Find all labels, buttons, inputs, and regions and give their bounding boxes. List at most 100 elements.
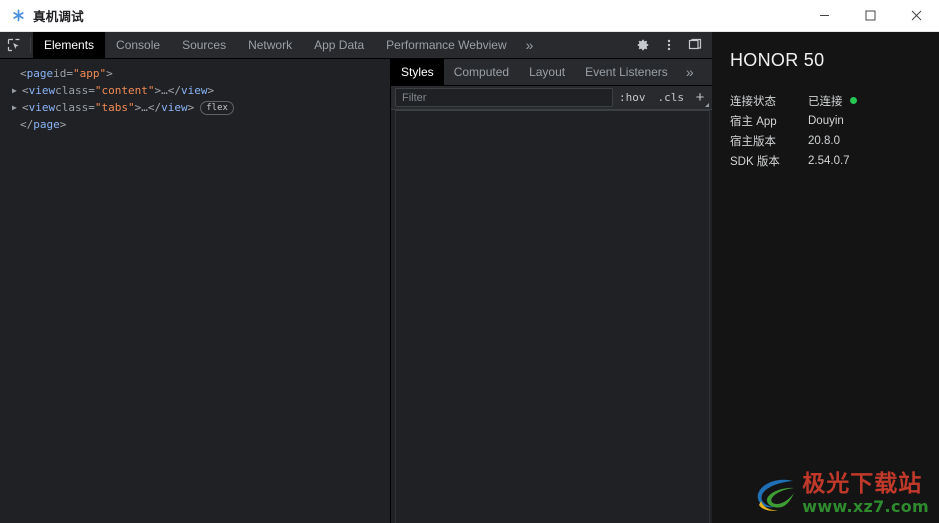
more-options-button[interactable] bbox=[656, 32, 682, 58]
tab-styles[interactable]: Styles bbox=[391, 59, 444, 85]
styles-filter-input[interactable] bbox=[395, 88, 613, 107]
dom-tree-pane[interactable]: < page id = "app" > ▶ < view class = "content" >… bbox=[0, 59, 391, 523]
dom-attr-name: class bbox=[55, 84, 89, 97]
device-info-row: 宿主版本 20.8.0 bbox=[730, 131, 857, 151]
tab-layout[interactable]: Layout bbox=[519, 59, 575, 85]
flex-badge[interactable]: flex bbox=[200, 100, 234, 115]
dom-token: > bbox=[207, 84, 215, 97]
dom-tree-row[interactable]: ▶ < view class = "tabs" >… </view > flex bbox=[0, 99, 390, 116]
dom-token: > bbox=[154, 84, 162, 97]
dom-token: > bbox=[59, 118, 67, 131]
devtools-main: Elements Console Sources Network App Dat… bbox=[0, 32, 712, 523]
dom-token: > bbox=[187, 101, 195, 114]
styles-tabs-overflow-button[interactable]: » bbox=[678, 59, 702, 85]
tab-performance-webview[interactable]: Performance Webview bbox=[375, 32, 518, 58]
tab-network[interactable]: Network bbox=[237, 32, 303, 58]
toggle-hover-state-button[interactable]: :hov bbox=[613, 91, 652, 104]
styles-rules-content[interactable] bbox=[395, 110, 710, 523]
expand-toggle[interactable]: ▶ bbox=[12, 82, 22, 99]
watermark-brand: 极光下载站 bbox=[802, 471, 923, 497]
close-icon bbox=[911, 10, 921, 21]
jiguang-logo-icon bbox=[758, 479, 795, 511]
dom-collapsed-ellipsis: … bbox=[141, 101, 148, 114]
panels-row: < page id = "app" > ▶ < view class = "content" >… bbox=[0, 59, 712, 523]
watermark-url: www.xz7.com bbox=[802, 497, 929, 516]
new-style-rule-button[interactable]: + bbox=[690, 88, 710, 108]
device-info-key: 连接状态 bbox=[730, 96, 776, 108]
maximize-button[interactable] bbox=[847, 0, 893, 31]
device-info-row: 宿主 App Douyin bbox=[730, 111, 857, 131]
dom-tree-row[interactable]: </page > bbox=[0, 116, 390, 133]
dom-token: < bbox=[20, 67, 27, 80]
styles-pane: Styles Computed Layout Event Listeners »… bbox=[391, 59, 712, 523]
device-info-value: 20.8.0 bbox=[808, 135, 840, 147]
tab-console[interactable]: Console bbox=[105, 32, 171, 58]
dom-attr-value: "tabs" bbox=[94, 101, 135, 114]
devtools-toolbar: Elements Console Sources Network App Dat… bbox=[0, 32, 712, 59]
maximize-icon bbox=[865, 10, 875, 21]
device-info-key: 宿主 App bbox=[730, 116, 777, 128]
tab-elements[interactable]: Elements bbox=[33, 32, 106, 58]
device-info-panel: HONOR 50 连接状态 已连接 宿主 App Douyin 宿主版本 20.… bbox=[712, 32, 939, 523]
minimize-button[interactable] bbox=[801, 0, 847, 31]
dom-token: = bbox=[88, 84, 95, 97]
title-bar: 真机调试 bbox=[0, 0, 939, 32]
dom-tag-name: view bbox=[28, 84, 56, 97]
panel-tab-strip: Elements Console Sources Network App Dat… bbox=[33, 32, 630, 58]
device-info-row: SDK 版本 2.54.0.7 bbox=[730, 151, 857, 171]
status-badge bbox=[849, 97, 857, 105]
dom-attr-name: id bbox=[53, 67, 67, 80]
window-title: 真机调试 bbox=[33, 10, 84, 24]
device-info-key: SDK 版本 bbox=[730, 156, 780, 168]
inspect-element-button[interactable] bbox=[0, 32, 28, 58]
dom-token: > bbox=[134, 101, 142, 114]
device-name: HONOR 50 bbox=[730, 50, 825, 70]
settings-button[interactable] bbox=[630, 32, 656, 58]
tab-app-data[interactable]: App Data bbox=[303, 32, 375, 58]
dock-panel-icon bbox=[688, 38, 702, 50]
connection-status-cell bbox=[849, 91, 857, 111]
gear-icon bbox=[637, 39, 649, 51]
devtools-container: Elements Console Sources Network App Dat… bbox=[0, 32, 939, 523]
dom-attr-value: "app" bbox=[73, 67, 107, 80]
dom-token: < bbox=[22, 84, 29, 97]
device-info-key: 宿主版本 bbox=[730, 136, 776, 148]
tab-computed[interactable]: Computed bbox=[444, 59, 519, 85]
toolbar-actions bbox=[630, 32, 712, 58]
device-info-row: 连接状态 已连接 bbox=[730, 91, 857, 111]
more-vertical-icon bbox=[667, 39, 671, 51]
toggle-element-class-button[interactable]: .cls bbox=[652, 91, 691, 104]
toolbar-divider bbox=[30, 37, 31, 53]
watermark-text: 极光下载站 www.xz7.com bbox=[802, 473, 929, 515]
dom-tree-row[interactable]: ▶ < view class = "content" >… </view > bbox=[0, 82, 390, 99]
dom-attr-value: "content" bbox=[94, 84, 155, 97]
close-button[interactable] bbox=[893, 0, 939, 31]
dom-attr-name: class bbox=[55, 101, 89, 114]
dock-panel-button[interactable] bbox=[682, 32, 708, 58]
watermark: 极光下载站 www.xz7.com bbox=[753, 473, 929, 515]
title-bar-left: 真机调试 bbox=[0, 6, 84, 25]
minimize-icon bbox=[819, 15, 829, 16]
styles-tab-strip: Styles Computed Layout Event Listeners » bbox=[391, 59, 712, 86]
window-controls bbox=[801, 0, 939, 31]
expand-toggle[interactable]: ▶ bbox=[12, 99, 22, 116]
dom-token: = bbox=[66, 67, 73, 80]
dom-collapsed-ellipsis: … bbox=[161, 84, 168, 97]
dom-tag-name: view bbox=[161, 101, 188, 114]
tabs-overflow-button[interactable]: » bbox=[518, 32, 542, 58]
device-info-value: Douyin bbox=[808, 115, 844, 127]
inspect-element-icon bbox=[7, 38, 20, 52]
dom-token: = bbox=[88, 101, 95, 114]
dom-token: < bbox=[22, 101, 29, 114]
app-window: 真机调试 Elements Console Sources Network Ap… bbox=[0, 0, 939, 523]
styles-filter-row: :hov .cls + bbox=[391, 86, 712, 110]
dom-token: </ bbox=[147, 101, 162, 114]
tab-event-listeners[interactable]: Event Listeners bbox=[575, 59, 678, 85]
dom-token: </ bbox=[20, 118, 34, 131]
dom-tag-name: page bbox=[33, 118, 60, 131]
dom-tag-name: page bbox=[26, 67, 54, 80]
device-info-value: 已连接 bbox=[808, 96, 843, 108]
dom-tree-row[interactable]: < page id = "app" > bbox=[0, 65, 390, 82]
dom-tag-name: view bbox=[28, 101, 56, 114]
tab-sources[interactable]: Sources bbox=[171, 32, 237, 58]
